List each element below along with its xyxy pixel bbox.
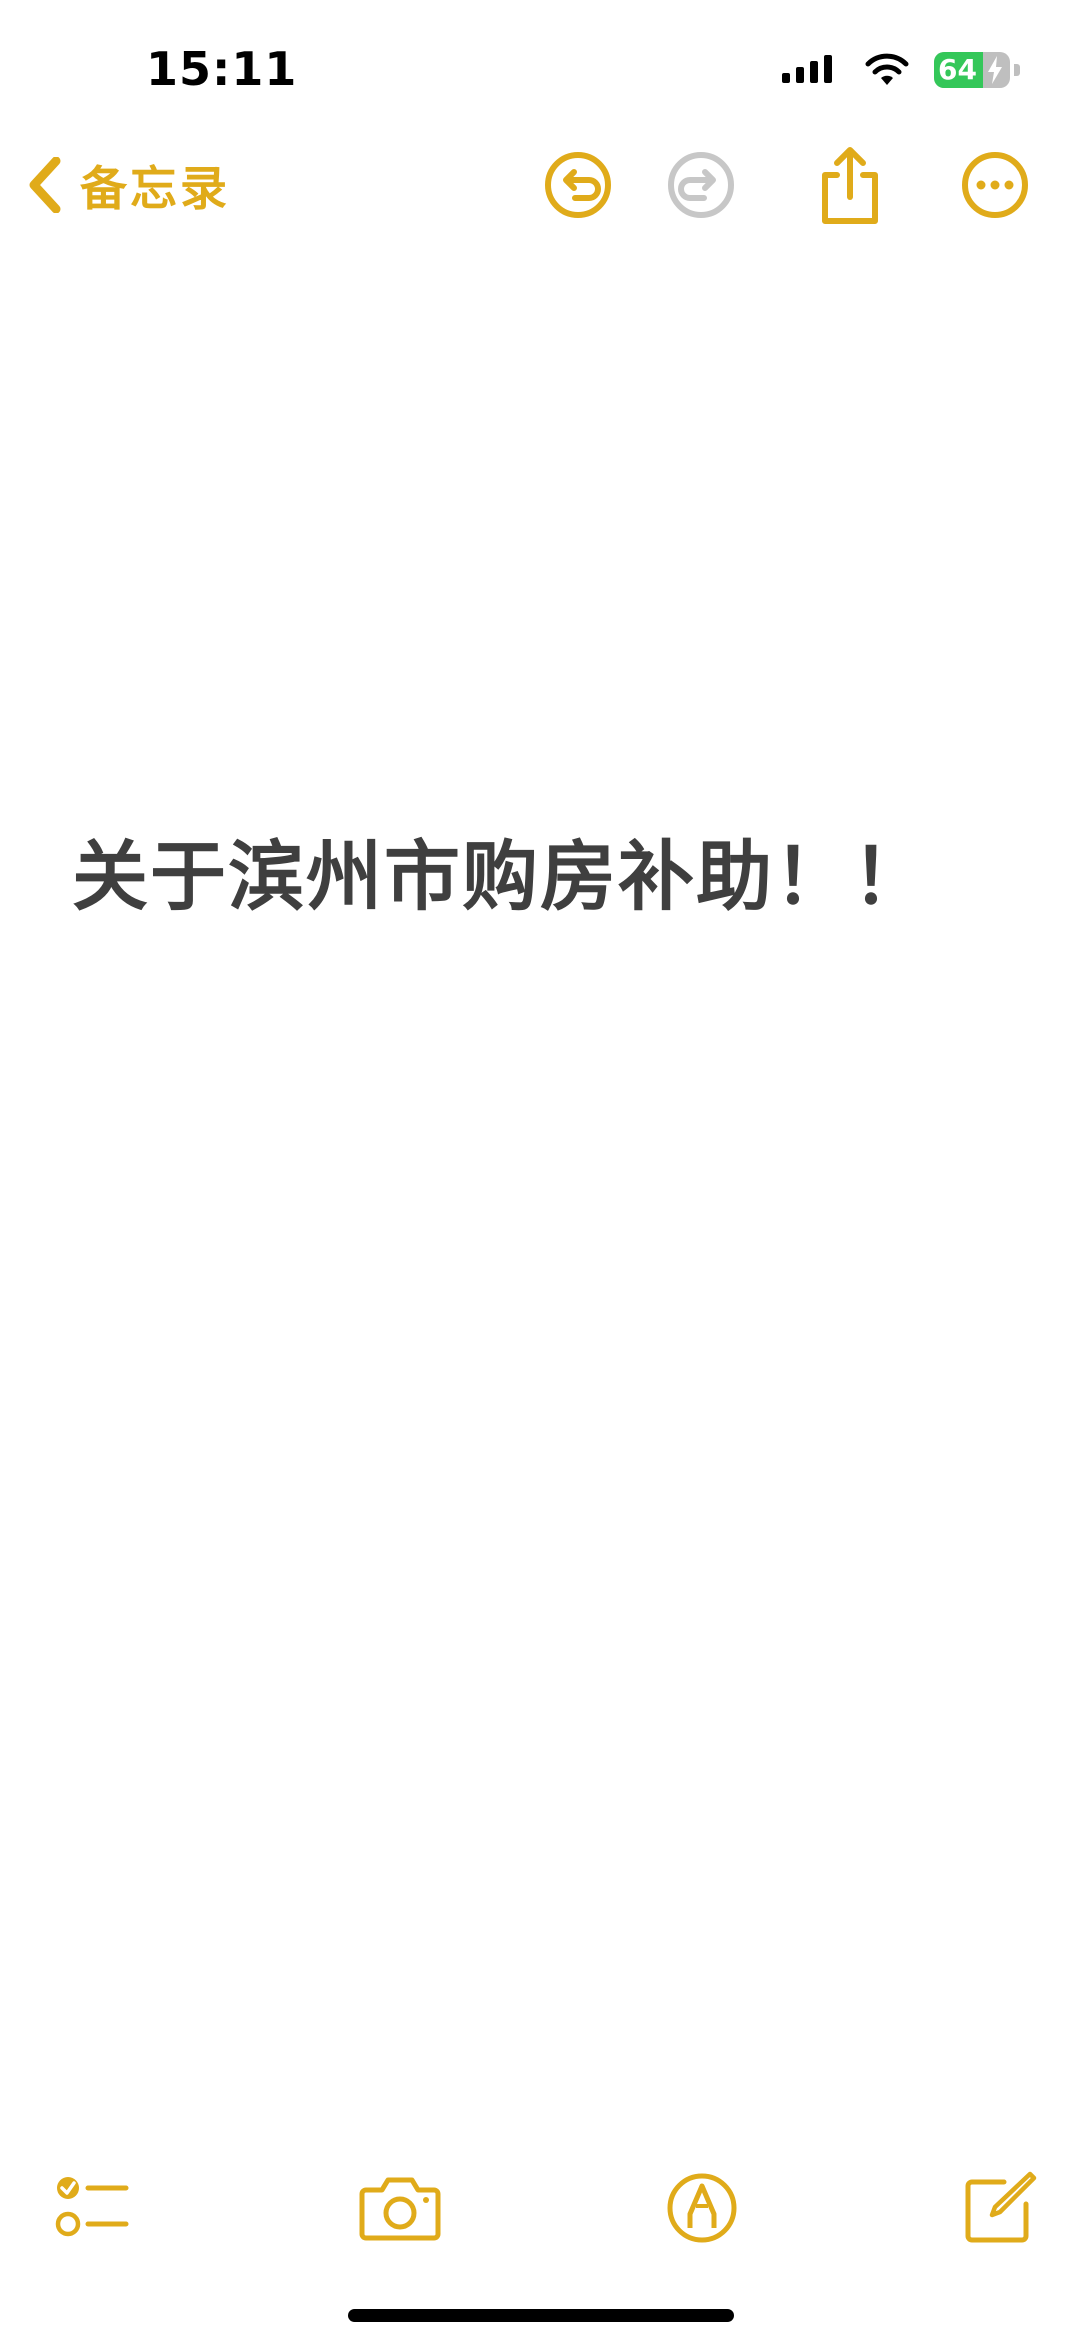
wifi-icon [865, 53, 909, 85]
chevron-left-icon [29, 156, 61, 213]
checklist-button[interactable] [52, 2168, 132, 2248]
undo-icon [545, 152, 611, 218]
back-button[interactable]: 备忘录 [28, 150, 230, 219]
checklist-icon [55, 2177, 129, 2237]
battery-cap [1014, 64, 1020, 76]
markup-button[interactable] [662, 2168, 742, 2248]
status-time: 15:11 [146, 42, 298, 96]
status-indicators: 64 [780, 50, 1020, 90]
undo-button[interactable] [543, 150, 613, 220]
battery-level: 64 [938, 53, 977, 86]
compose-button[interactable] [960, 2168, 1040, 2248]
redo-button[interactable] [666, 150, 736, 220]
share-button[interactable] [815, 145, 885, 227]
cellular-signal-icon [782, 55, 832, 83]
share-icon [822, 147, 878, 224]
camera-button[interactable] [358, 2168, 442, 2248]
more-button[interactable] [960, 150, 1030, 220]
battery-indicator: 64 [934, 52, 1010, 88]
markup-pen-icon [667, 2173, 737, 2243]
camera-icon [359, 2177, 441, 2241]
compose-icon [965, 2171, 1037, 2243]
note-title[interactable]: 关于滨州市购房补助！！ [72, 815, 930, 925]
more-ellipsis-icon [962, 152, 1028, 218]
back-label: 备忘录 [80, 162, 230, 217]
redo-icon [668, 152, 734, 218]
charging-bolt-icon [988, 56, 1002, 84]
home-indicator[interactable] [348, 2309, 734, 2322]
